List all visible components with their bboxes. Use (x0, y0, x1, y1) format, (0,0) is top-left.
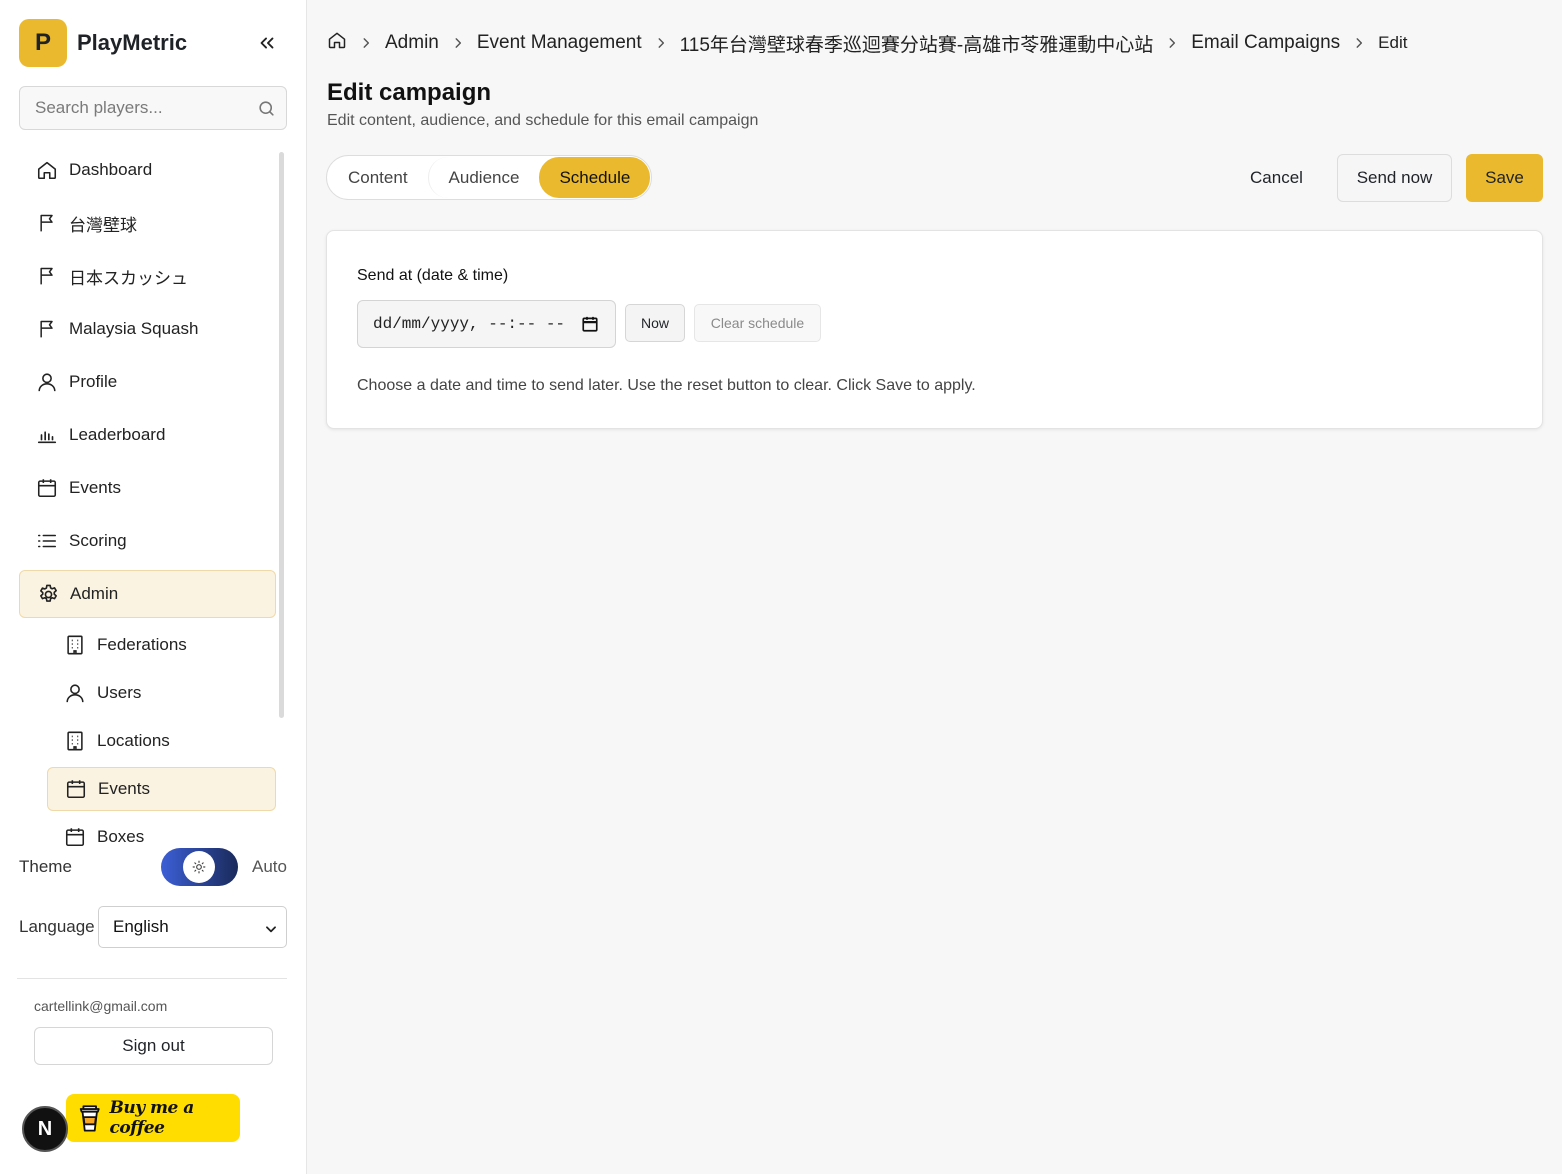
buy-me-a-coffee-label: Buy me a coffee (109, 1098, 194, 1138)
flag-icon (35, 264, 59, 288)
theme-row: Theme Auto (19, 848, 287, 886)
collapse-sidebar-button[interactable] (254, 30, 280, 56)
language-label: Language (19, 917, 95, 936)
brand[interactable]: P PlayMetric (19, 19, 187, 67)
tab-schedule[interactable]: Schedule (539, 157, 651, 198)
sidebar-item-admin[interactable]: Admin (19, 570, 276, 618)
sidebar-item-dashboard[interactable]: Dashboard (19, 146, 276, 194)
language-select[interactable]: English (98, 906, 287, 948)
sidebar-item-label: Leaderboard (69, 425, 166, 444)
home-icon (35, 158, 59, 182)
calendar-icon[interactable] (581, 315, 599, 338)
sign-out-button[interactable]: Sign out (34, 1027, 273, 1065)
sidebar-item-locations[interactable]: Locations (47, 719, 276, 763)
breadcrumb-event-management[interactable]: Event Management (477, 32, 642, 54)
cancel-button[interactable]: Cancel (1230, 155, 1323, 200)
theme-label: Theme (19, 857, 72, 876)
sidebar-item-label: Profile (69, 372, 118, 391)
page-subtitle: Edit content, audience, and schedule for… (327, 112, 759, 129)
buy-me-a-coffee-button[interactable]: Buy me a coffee (66, 1094, 240, 1142)
sidebar-item-scoring[interactable]: Scoring (19, 517, 276, 565)
theme-value: Auto (252, 857, 287, 876)
now-button[interactable]: Now (625, 304, 685, 342)
admin-submenu: Federations Users Locations Events Boxes (19, 623, 276, 859)
theme-toggle[interactable] (161, 848, 238, 886)
schedule-card: Send at (date & time) dd/mm/yyyy, --:-- … (326, 230, 1543, 429)
flag-icon (35, 211, 59, 235)
sidebar-item-federations[interactable]: Federations (47, 623, 276, 667)
chevron-right-icon (359, 36, 373, 50)
search-input[interactable] (20, 98, 245, 118)
sidebar-item-label: Scoring (69, 531, 127, 550)
building-icon (63, 633, 87, 657)
double-chevron-left-icon (260, 37, 274, 49)
save-button[interactable]: Save (1466, 154, 1543, 202)
sidebar-item-events[interactable]: Events (19, 464, 276, 512)
language-row: Language English (19, 906, 287, 948)
user-icon (63, 681, 87, 705)
datetime-placeholder: dd/mm/yyyy, --:-- -- (373, 315, 566, 333)
sidebar-item-label: Malaysia Squash (69, 319, 199, 338)
breadcrumb-event[interactable]: 115年台灣壁球春季巡迴賽分站賽-高雄市苓雅運動中心站 (680, 30, 1154, 57)
sun-icon (183, 851, 215, 883)
list-icon (35, 529, 59, 553)
sidebar-item-profile[interactable]: Profile (19, 358, 276, 406)
chevron-right-icon (1352, 36, 1366, 50)
user-icon (35, 370, 59, 394)
next-dev-badge[interactable]: N (22, 1106, 68, 1152)
language-selected: English (113, 917, 169, 936)
page-title: Edit campaign (327, 79, 492, 106)
sidebar-item-label: Dashboard (69, 160, 153, 179)
breadcrumb-email-campaigns[interactable]: Email Campaigns (1191, 32, 1340, 54)
sidebar-divider (17, 978, 287, 979)
flag-icon (35, 317, 59, 341)
sidebar-item-admin-events[interactable]: Events (47, 767, 276, 811)
building-icon (63, 729, 87, 753)
campaign-tabs: Content Audience Schedule (326, 155, 653, 200)
tab-audience[interactable]: Audience (427, 157, 540, 198)
home-icon[interactable] (327, 30, 347, 56)
chevron-right-icon (654, 36, 668, 50)
bar-chart-icon (35, 423, 59, 447)
send-at-datetime-input[interactable]: dd/mm/yyyy, --:-- -- (357, 300, 616, 348)
sidebar-scrollbar[interactable] (279, 152, 284, 718)
sidebar-item-taiwan-squash[interactable]: 台灣壁球 (19, 199, 276, 247)
chevron-right-icon (1165, 36, 1179, 50)
coffee-cup-icon (79, 1105, 100, 1132)
gear-icon (36, 582, 60, 606)
search-icon[interactable] (257, 99, 276, 123)
app-logo: P (19, 19, 67, 67)
clear-schedule-button[interactable]: Clear schedule (694, 304, 821, 342)
sidebar: P PlayMetric Dashboard 台灣壁球 日本スカッシュ Mala… (0, 0, 307, 1174)
chevron-down-icon (264, 921, 278, 941)
sidebar-item-label: 日本スカッシュ (69, 268, 188, 288)
sidebar-item-label: 台灣壁球 (69, 215, 137, 235)
sidebar-item-malaysia-squash[interactable]: Malaysia Squash (19, 305, 276, 353)
sidebar-item-label: Events (98, 779, 150, 798)
breadcrumb-admin[interactable]: Admin (385, 32, 439, 54)
sidebar-item-label: Locations (97, 731, 170, 750)
sidebar-item-label: Federations (97, 635, 187, 654)
calendar-icon (63, 825, 87, 849)
breadcrumb-current: Edit (1378, 33, 1408, 52)
send-at-label: Send at (date & time) (357, 267, 509, 284)
sidebar-item-leaderboard[interactable]: Leaderboard (19, 411, 276, 459)
schedule-help-text: Choose a date and time to send later. Us… (357, 377, 976, 394)
tab-content[interactable]: Content (328, 157, 428, 198)
sidebar-nav: Dashboard 台灣壁球 日本スカッシュ Malaysia Squash P… (19, 146, 276, 863)
sidebar-item-users[interactable]: Users (47, 671, 276, 715)
search-box (19, 86, 287, 130)
breadcrumb: Admin Event Management 115年台灣壁球春季巡迴賽分站賽-… (327, 28, 1407, 58)
app-name: PlayMetric (77, 30, 188, 55)
sidebar-item-label: Boxes (97, 827, 145, 846)
send-now-button[interactable]: Send now (1337, 154, 1452, 202)
chevron-right-icon (451, 36, 465, 50)
calendar-icon (64, 777, 88, 801)
sidebar-item-label: Events (69, 478, 121, 497)
sidebar-item-label: Users (97, 683, 142, 702)
sidebar-item-label: Admin (70, 584, 119, 603)
calendar-icon (35, 476, 59, 500)
user-email: cartellink@gmail.com (34, 998, 168, 1014)
sidebar-item-japan-squash[interactable]: 日本スカッシュ (19, 252, 276, 300)
